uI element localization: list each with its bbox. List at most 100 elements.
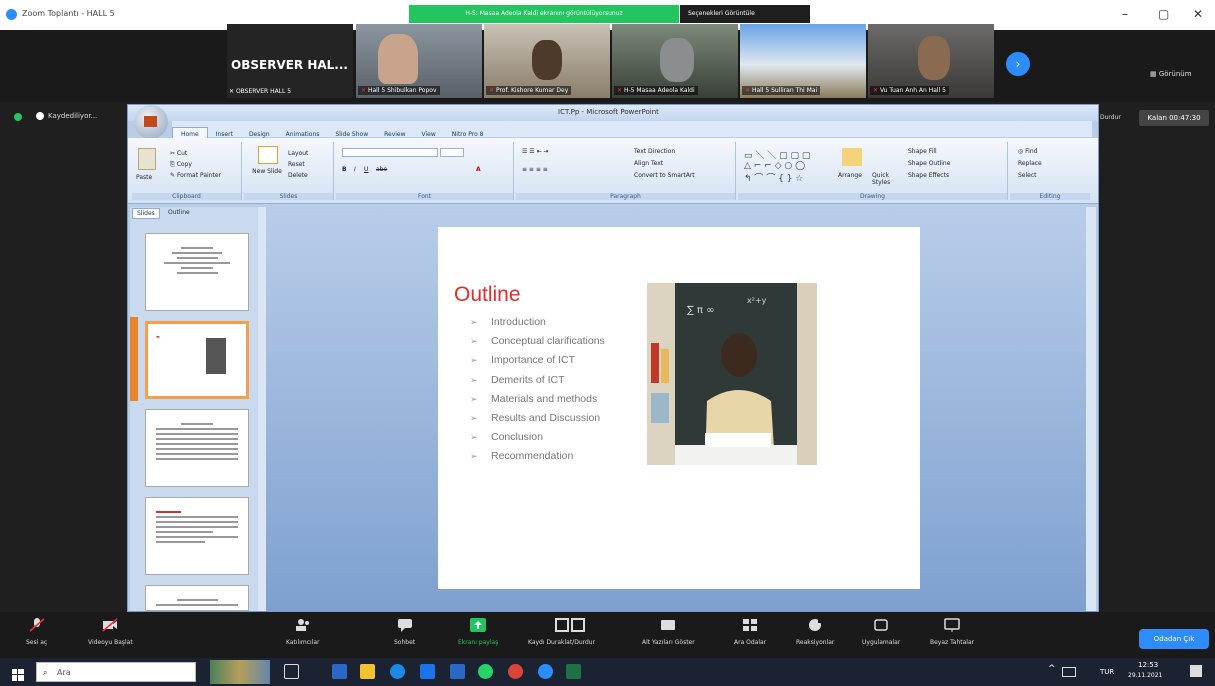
participant-name: OBSERVER HAL... bbox=[231, 58, 348, 72]
chrome-icon[interactable] bbox=[508, 664, 523, 679]
zoom-app-icon[interactable] bbox=[538, 664, 553, 679]
minimize-icon[interactable]: – bbox=[1122, 7, 1128, 21]
slides-panel-scrollbar[interactable] bbox=[258, 207, 266, 611]
slide-thumbnail[interactable] bbox=[145, 585, 249, 611]
arrow-bullet-icon: ➢ bbox=[470, 355, 478, 366]
layout-button[interactable]: Layout bbox=[288, 150, 308, 157]
current-slide[interactable]: Outline ➢ Introduction ➢ Conceptual clarif… bbox=[438, 227, 920, 589]
shape-outline-button[interactable]: Shape Outline bbox=[908, 160, 950, 167]
panel-tabs: Slides Outline bbox=[130, 207, 258, 219]
slide-thumbnail[interactable] bbox=[145, 409, 249, 487]
participant-tile[interactable]: ✕ Prof. Kishore Kumar Dey bbox=[484, 24, 610, 98]
font-size-select[interactable] bbox=[440, 148, 464, 157]
whiteboards-button[interactable]: Beyaz Tahtalar bbox=[930, 617, 974, 646]
edge-icon[interactable] bbox=[390, 664, 405, 679]
show-captions-button[interactable]: Alt Yazıları Göster bbox=[642, 617, 695, 646]
view-button[interactable]: ▦ Görünüm bbox=[1150, 70, 1192, 78]
replace-button[interactable]: Replace bbox=[1018, 160, 1042, 167]
font-color-button[interactable]: A bbox=[476, 166, 481, 173]
chat-button[interactable]: Sohbet bbox=[394, 617, 415, 646]
underline-button[interactable]: U bbox=[364, 166, 368, 173]
slide-scrollbar[interactable] bbox=[1086, 207, 1096, 611]
participants-icon bbox=[295, 617, 311, 631]
participants-button[interactable]: Katılımcılar bbox=[286, 617, 319, 646]
slide-thumbnail-selected[interactable]: ▬ bbox=[145, 321, 249, 399]
strikethrough-button[interactable]: abe bbox=[376, 166, 387, 173]
italic-button[interactable]: I bbox=[354, 166, 356, 173]
language-indicator[interactable]: TUR bbox=[1100, 668, 1114, 676]
recording-label[interactable]: Kaydediliyor... bbox=[48, 112, 97, 120]
reactions-button[interactable]: Reaksiyonlar bbox=[796, 617, 834, 646]
participant-tile[interactable]: ✕ Hall 5 Shibulkan Popov bbox=[356, 24, 482, 98]
excel-icon[interactable] bbox=[566, 664, 581, 679]
notification-icon[interactable] bbox=[1190, 665, 1202, 677]
clipboard-label: Clipboard bbox=[132, 193, 241, 200]
record-icon bbox=[554, 617, 585, 632]
paste-icon[interactable] bbox=[138, 148, 156, 170]
select-button[interactable]: Select bbox=[1018, 172, 1037, 179]
editing-group: ◎ Find Replace Select Editing bbox=[1010, 142, 1090, 200]
align-icon[interactable]: ≡ ≡ ≡ ≡ bbox=[522, 166, 548, 173]
windows-start-icon[interactable] bbox=[12, 666, 24, 681]
arrow-bullet-icon: ➢ bbox=[470, 374, 478, 385]
arrange-icon[interactable] bbox=[842, 148, 862, 166]
next-page-button[interactable]: › bbox=[1006, 52, 1030, 76]
slide-thumbnail[interactable] bbox=[145, 233, 249, 311]
font-family-select[interactable] bbox=[342, 148, 438, 157]
start-video-button[interactable]: Videoyu Başlat bbox=[88, 617, 133, 646]
arrange-button[interactable]: Arrange bbox=[838, 172, 862, 179]
share-screen-button[interactable]: Ekranı paylaş bbox=[458, 617, 498, 646]
find-button[interactable]: ◎ Find bbox=[1018, 148, 1037, 155]
format-painter-button[interactable]: ✎ Format Painter bbox=[170, 172, 221, 179]
shape-effects-button[interactable]: Shape Effects bbox=[908, 172, 949, 179]
arrow-bullet-icon: ➢ bbox=[470, 412, 478, 423]
close-icon[interactable]: ✕ bbox=[1193, 7, 1203, 21]
file-explorer-icon[interactable] bbox=[360, 664, 375, 679]
apps-button[interactable]: Uygulamalar bbox=[862, 617, 900, 646]
taskbar-search-input[interactable]: ⌕ Ara bbox=[36, 662, 196, 682]
word-icon[interactable] bbox=[332, 664, 347, 679]
participant-tile[interactable]: OBSERVER HAL... ✕ OBSERVER HALL 5 bbox=[227, 24, 353, 98]
arrow-bullet-icon: ➢ bbox=[470, 317, 478, 327]
leave-room-button[interactable]: Odadan Çık bbox=[1139, 629, 1209, 649]
task-view-icon[interactable] bbox=[284, 664, 299, 679]
photos-icon[interactable] bbox=[420, 664, 435, 679]
participant-caption: ✕ H-5 Masaa Adeola Kaldi bbox=[614, 86, 698, 95]
keyboard-icon[interactable] bbox=[1062, 667, 1076, 677]
participant-tile[interactable]: ✕ Vu Tuan Anh An Hall 5 bbox=[868, 24, 994, 98]
text-direction-button[interactable]: Text Direction bbox=[634, 148, 675, 155]
align-text-button[interactable]: Align Text bbox=[634, 160, 663, 167]
cut-button[interactable]: ✂ Cut bbox=[170, 150, 187, 157]
reset-button[interactable]: Reset bbox=[288, 161, 305, 168]
new-slide-button[interactable]: New Slide bbox=[252, 168, 282, 175]
clock-time[interactable]: 12:53 bbox=[1138, 661, 1158, 669]
shapes-gallery[interactable]: ▭ ＼ ＼ ▢ ▢ ▢ △ ⌐ ⌐ ◇ ○ ◯ ↰ ⌒ ⌒ { } ☆ bbox=[744, 148, 810, 184]
pause-recording-button[interactable]: Kaydı Duraklat/Durdur bbox=[528, 617, 595, 646]
clock-date[interactable]: 29.11.2021 bbox=[1128, 672, 1162, 679]
view-options-button[interactable]: Seçenekleri Görüntüle bbox=[680, 5, 810, 23]
office-button[interactable] bbox=[134, 105, 168, 139]
stop-share-button[interactable]: Durdur bbox=[1100, 114, 1121, 121]
outline-item: ➢ Conceptual clarifications bbox=[470, 332, 605, 351]
quick-styles-button[interactable]: Quick Styles bbox=[872, 172, 898, 186]
delete-button[interactable]: Delete bbox=[288, 172, 308, 179]
slide-thumbnail[interactable] bbox=[145, 497, 249, 575]
smartart-button[interactable]: Convert to SmartArt bbox=[634, 172, 695, 179]
breakout-rooms-button[interactable]: Ara Odalar bbox=[734, 617, 766, 646]
whatsapp-icon[interactable] bbox=[478, 664, 493, 679]
word-doc-icon[interactable] bbox=[450, 664, 465, 679]
tab-outline[interactable]: Outline bbox=[164, 208, 194, 217]
copy-button[interactable]: ⎘ Copy bbox=[170, 161, 192, 169]
new-slide-icon[interactable] bbox=[258, 146, 278, 164]
participant-tile[interactable]: ✕ Hall 5 Sulliran Thi Mai bbox=[740, 24, 866, 98]
tab-slides[interactable]: Slides bbox=[132, 208, 160, 219]
tray-chevron-icon[interactable]: ^ bbox=[1048, 664, 1056, 674]
bullets-icon[interactable]: ☰ ☰ ⇤ ⇥ bbox=[522, 148, 549, 155]
participant-tile[interactable]: ✕ H-5 Masaa Adeola Kaldi bbox=[612, 24, 738, 98]
shape-fill-button[interactable]: Shape Fill bbox=[908, 148, 937, 155]
paste-button[interactable]: Paste bbox=[136, 174, 152, 181]
screen: Zoom Toplantı - HALL 5 H-5: Masaa Adeola… bbox=[0, 0, 1215, 686]
unmute-button[interactable]: Sesi aç bbox=[26, 617, 47, 646]
maximize-icon[interactable]: ▢ bbox=[1158, 7, 1169, 21]
bold-button[interactable]: B bbox=[342, 166, 347, 173]
